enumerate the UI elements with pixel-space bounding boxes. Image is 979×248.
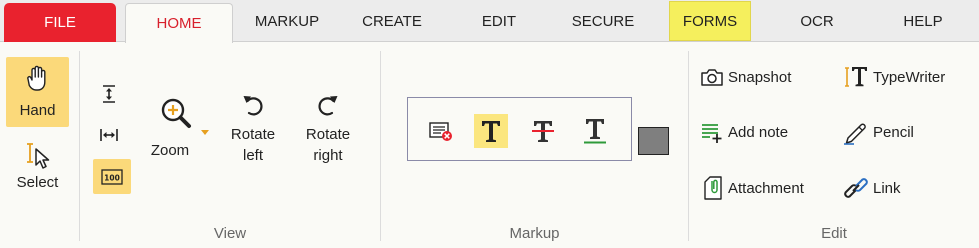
attachment-button[interactable]: Attachment <box>702 173 804 203</box>
actual-size-button[interactable]: 100 <box>93 159 131 194</box>
delete-annotation-button[interactable] <box>424 114 458 148</box>
rotate-right-label: Rotate right <box>305 126 351 164</box>
dropdown-arrow-icon <box>201 130 209 135</box>
rotate-right-icon <box>318 96 338 116</box>
markup-group-label: Markup <box>509 225 560 242</box>
underline-text-button[interactable] <box>578 114 612 148</box>
attachment-label: Attachment <box>728 179 804 197</box>
tab-forms[interactable]: FORMS <box>669 1 751 41</box>
snapshot-button[interactable]: Snapshot <box>700 64 791 90</box>
highlight-text-button[interactable] <box>474 114 508 148</box>
fit-height-icon <box>103 85 115 103</box>
rotate-left-button[interactable]: Rotate left <box>223 87 283 171</box>
hand-tool-button[interactable]: Hand <box>6 57 69 127</box>
tab-create[interactable]: CREATE <box>350 0 434 42</box>
tab-file[interactable]: FILE <box>4 3 116 42</box>
link-label: Link <box>873 179 901 197</box>
hand-icon <box>26 65 45 91</box>
tab-secure-label: SECURE <box>571 12 635 30</box>
group-separator <box>79 51 80 241</box>
view-group-label: View <box>213 225 247 242</box>
add-note-button[interactable]: Add note <box>700 118 788 146</box>
tab-secure[interactable]: SECURE <box>558 0 648 42</box>
select-tool-button[interactable]: Select <box>6 131 69 201</box>
select-label: Select <box>16 173 59 191</box>
tab-file-label: FILE <box>44 14 76 31</box>
tab-home-label: HOME <box>156 15 202 32</box>
fit-width-button[interactable] <box>94 122 124 148</box>
pencil-icon <box>844 123 866 145</box>
text-strikeout-icon <box>532 121 554 142</box>
link-button[interactable]: Link <box>843 173 901 203</box>
tab-help[interactable]: HELP <box>883 0 963 42</box>
zoom-label: Zoom <box>150 141 190 159</box>
snapshot-label: Snapshot <box>728 68 792 86</box>
tab-edit[interactable]: EDIT <box>463 0 535 42</box>
ribbon-panel: Hand Select 100 Zoom Rotate left Rotate … <box>0 43 979 248</box>
tab-help-label: HELP <box>903 12 943 30</box>
text-highlight-icon <box>482 121 500 142</box>
tab-home[interactable]: HOME <box>125 3 233 43</box>
actual-size-icon-text: 100 <box>104 173 120 182</box>
tab-edit-label: EDIT <box>481 12 517 30</box>
add-note-icon <box>702 124 722 143</box>
pencil-label: Pencil <box>873 123 914 141</box>
ribbon-tab-bar: FILE HOME MARKUP CREATE EDIT SECURE FORM… <box>0 0 979 43</box>
fit-height-button[interactable] <box>94 81 124 107</box>
rotate-right-button[interactable]: Rotate right <box>297 87 359 171</box>
link-icon <box>844 178 868 198</box>
tab-forms-label: FORMS <box>682 12 738 30</box>
edit-group-label: Edit <box>821 225 847 242</box>
actual-size-icon: 100 <box>101 168 123 185</box>
text-select-cursor-icon <box>26 142 49 169</box>
group-separator <box>688 51 689 241</box>
tab-ocr[interactable]: OCR <box>777 0 857 42</box>
tab-create-label: CREATE <box>362 12 422 30</box>
pencil-button[interactable]: Pencil <box>843 118 914 146</box>
tab-markup-label: MARKUP <box>254 12 320 30</box>
fit-width-icon <box>100 129 118 141</box>
rotate-left-label: Rotate left <box>230 126 276 164</box>
zoom-dropdown-button[interactable] <box>199 127 211 139</box>
markup-tools-gallery <box>407 97 632 161</box>
camera-icon <box>701 69 723 86</box>
strikeout-text-button[interactable] <box>526 114 560 148</box>
group-separator <box>380 51 381 241</box>
typewriter-button[interactable]: TypeWriter <box>843 64 945 90</box>
text-underline-icon <box>584 119 606 144</box>
typewriter-icon <box>845 67 867 87</box>
tab-markup[interactable]: MARKUP <box>245 0 329 42</box>
attachment-icon <box>704 176 722 200</box>
zoom-in-icon <box>161 98 191 128</box>
rotate-left-icon <box>243 96 263 116</box>
markup-color-swatch[interactable] <box>638 127 669 155</box>
add-note-label: Add note <box>728 123 789 141</box>
tab-ocr-label: OCR <box>800 12 834 30</box>
sticky-note-delete-icon <box>429 122 452 141</box>
hand-label: Hand <box>19 101 56 119</box>
typewriter-label: TypeWriter <box>873 68 946 86</box>
